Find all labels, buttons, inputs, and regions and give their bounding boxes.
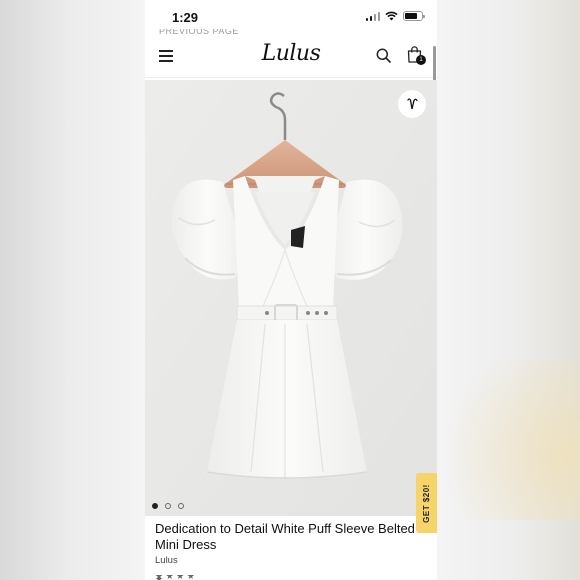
cart-count-badge[interactable]: 1 bbox=[416, 55, 426, 65]
battery-icon bbox=[403, 11, 425, 21]
carousel-dot[interactable] bbox=[178, 503, 184, 509]
carousel-dot[interactable] bbox=[152, 503, 158, 509]
status-icons bbox=[365, 11, 425, 21]
rating-stars: ★ ★ ★ ★ ★ bbox=[155, 575, 195, 580]
carousel-dot[interactable] bbox=[165, 503, 171, 509]
site-logo[interactable]: Lulus bbox=[145, 41, 437, 66]
image-carousel-dots bbox=[152, 503, 184, 509]
status-time: 1:29 bbox=[172, 10, 199, 25]
promo-tab[interactable]: GET $20! bbox=[416, 473, 437, 533]
site-header: Lulus 1 bbox=[145, 36, 437, 78]
product-image[interactable] bbox=[145, 80, 437, 516]
promo-label: GET $20! bbox=[422, 483, 431, 523]
product-brand[interactable]: Lulus bbox=[155, 555, 178, 566]
wifi-icon bbox=[385, 11, 398, 21]
background-glow bbox=[420, 360, 580, 520]
previous-page-text: PREVIOUS PAGE bbox=[159, 29, 239, 34]
heart-icon bbox=[407, 98, 418, 110]
wishlist-button[interactable] bbox=[398, 90, 426, 118]
search-icon[interactable] bbox=[376, 48, 391, 63]
phone-screen: 1:29 PREVIOUS PAGE Lulus 1 GET $20! Dedi… bbox=[145, 0, 437, 580]
product-title: Dedication to Detail White Puff Sleeve B… bbox=[155, 521, 415, 552]
signal-icon bbox=[365, 11, 380, 21]
dress-illustration bbox=[145, 80, 437, 516]
